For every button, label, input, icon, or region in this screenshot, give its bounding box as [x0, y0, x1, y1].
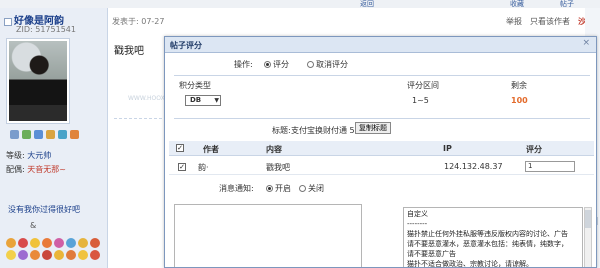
row-author: 韵·: [198, 163, 209, 172]
close-icon[interactable]: ×: [582, 38, 590, 48]
score-type-header: 积分类型: [179, 81, 211, 90]
preset-reason-list[interactable]: 自定义 -------- 猫扑禁止任何外挂私服等违反版权内容的讨论、广告 请不要…: [403, 207, 583, 267]
badge-icon: [54, 238, 64, 248]
score-type-select[interactable]: DB ▼: [185, 95, 221, 106]
score-remaining-header: 剩余: [511, 81, 527, 90]
badge-icon: [90, 238, 100, 248]
badge-icon: [66, 238, 76, 248]
rate-dialog: 帖子评分 × 操作: 评分 取消评分 积分类型 评分区间 剩余 DB ▼ 1~5 …: [164, 36, 597, 268]
row-checkbox[interactable]: ✓: [178, 163, 186, 171]
blog-icon[interactable]: [58, 130, 67, 139]
score-range-value: 1~5: [412, 96, 429, 105]
badge-icon: [6, 250, 16, 260]
operation-rate-option[interactable]: 评分: [264, 59, 289, 70]
table-header: ✓ 作者 内容 IP 评分: [169, 141, 594, 156]
user-sidebar: 好像是阿韵 ZID: 51751541 等级: 大元帅 配偶: 天音无那~ 没有…: [0, 8, 108, 268]
reason-list-scrollbar[interactable]: [584, 207, 592, 267]
score-remaining-value: 100: [511, 96, 528, 105]
badge-list: [6, 238, 102, 260]
badge-icon: [30, 238, 40, 248]
signature-amp: &: [30, 221, 37, 230]
content-header: 内容: [266, 145, 282, 154]
radio-icon[interactable]: [307, 61, 314, 68]
avatar-image: [9, 41, 67, 121]
row-ip: 124.132.48.37: [444, 162, 503, 171]
dialog-title-bar: 帖子评分 ×: [165, 37, 596, 53]
profile-icon[interactable]: [10, 130, 19, 139]
badge-icon: [18, 238, 28, 248]
author-header: 作者: [203, 145, 219, 154]
score-type-table: 积分类型 评分区间 剩余 DB ▼ 1~5 100: [174, 75, 590, 119]
user-action-icons: [10, 130, 79, 139]
author-only-link[interactable]: 只看该作者: [530, 16, 570, 27]
row-content: 戳我吧: [266, 163, 290, 172]
dialog-title: 帖子评分: [170, 41, 202, 50]
radio-icon[interactable]: [299, 185, 306, 192]
notify-label: 消息通知:: [219, 184, 254, 193]
user-level: 等级: 大元帅: [6, 151, 52, 160]
divider: [114, 118, 162, 119]
radio-icon[interactable]: [264, 61, 271, 68]
reason-separator: --------: [407, 220, 428, 228]
avatar[interactable]: [6, 38, 70, 124]
badge-icon: [42, 250, 52, 260]
reason-option[interactable]: 猫扑禁止任何外挂私服等违反版权内容的讨论、广告: [407, 229, 579, 239]
radio-icon[interactable]: [266, 185, 273, 192]
badge-icon: [42, 238, 52, 248]
reason-textarea[interactable]: [174, 204, 362, 267]
copy-title-button[interactable]: 复制标题: [355, 122, 391, 134]
notify-off-option[interactable]: 关闭: [299, 183, 324, 194]
ip-header: IP: [443, 144, 452, 153]
top-bar: 返回 收藏 帖子: [0, 0, 600, 8]
badge-icon: [30, 250, 40, 260]
post-content: 戳我吧: [114, 46, 144, 57]
score-header: 评分: [526, 145, 542, 154]
reason-label: 标题:: [272, 126, 291, 135]
reason-option[interactable]: 请不要恶意广告: [407, 249, 579, 259]
user-zid: ZID: 51751541: [16, 25, 76, 34]
select-all-checkbox[interactable]: ✓: [176, 144, 184, 152]
reason-option[interactable]: 请不要恶意灌水，恶意灌水包括：纯表情，纯数字，: [407, 239, 579, 249]
scrollbar-thumb[interactable]: [585, 210, 591, 228]
score-range-header: 评分区间: [407, 81, 439, 90]
reason-option[interactable]: 猫扑不适合做政治、宗教讨论，请谅解。: [407, 259, 579, 267]
album-icon[interactable]: [46, 130, 55, 139]
badge-icon: [6, 238, 16, 248]
table-row: ✓ 韵· 戳我吧 124.132.48.37 1: [169, 159, 594, 175]
user-spouse: 配偶: 天音无那~: [6, 165, 66, 174]
select-arrow-icon[interactable]: ▼: [214, 96, 219, 105]
post-tools: 举报 只看该作者 沙发: [506, 16, 594, 27]
post-date: 发表于: 07-27: [112, 17, 165, 26]
notify-on-option[interactable]: 开启: [266, 183, 291, 194]
badge-icon: [18, 250, 28, 260]
operation-cancel-option[interactable]: 取消评分: [307, 59, 348, 70]
score-input[interactable]: 1: [525, 161, 575, 172]
message-icon[interactable]: [34, 130, 43, 139]
user-icon: [4, 17, 12, 26]
badge-icon: [78, 238, 88, 248]
reason-option[interactable]: 自定义: [407, 209, 579, 219]
badge-icon: [78, 250, 88, 260]
badge-icon: [66, 250, 76, 260]
badge-icon: [90, 250, 100, 260]
user-signature: 没有我你过得很好吧: [8, 205, 80, 214]
add-friend-icon[interactable]: [22, 130, 31, 139]
badge-icon: [54, 250, 64, 260]
qq-icon[interactable]: [70, 130, 79, 139]
report-link[interactable]: 举报: [506, 16, 522, 27]
operation-label: 操作:: [234, 60, 253, 69]
